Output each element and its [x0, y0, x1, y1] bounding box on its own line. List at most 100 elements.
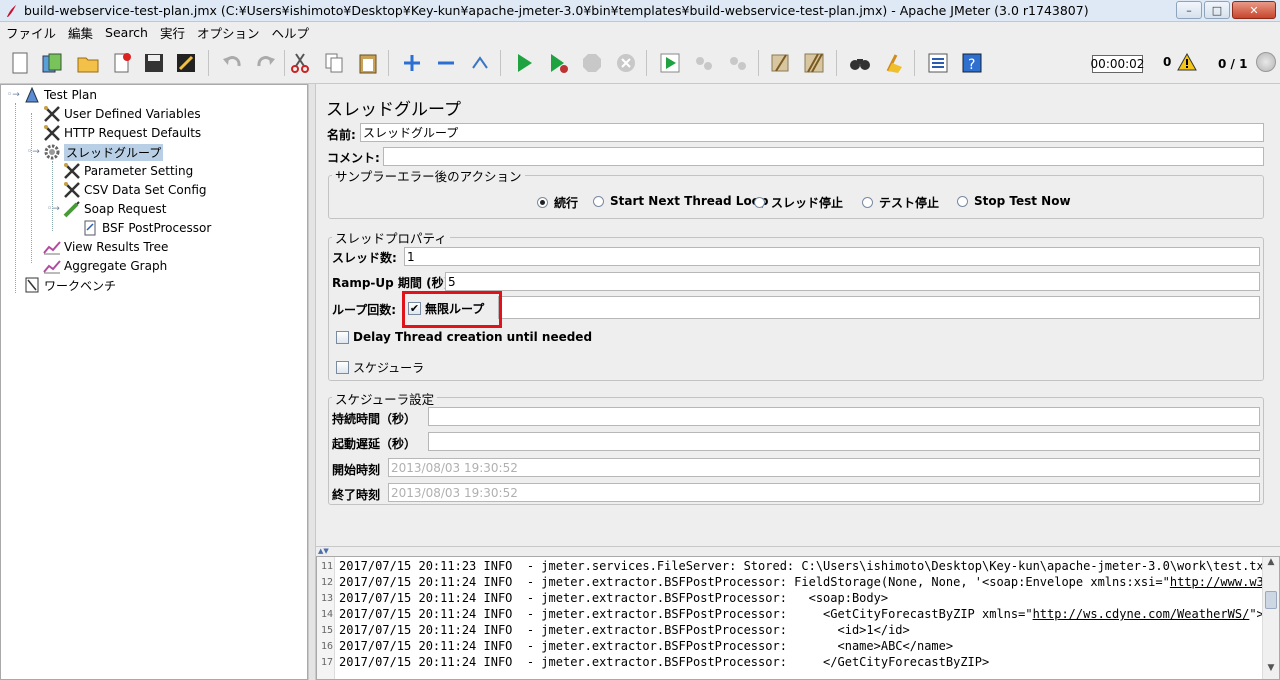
shutdown-icon[interactable] — [612, 49, 640, 77]
warning-icon — [1177, 53, 1198, 71]
scroll-up-icon[interactable]: ▲ — [1263, 557, 1279, 573]
tree-node-http-request-defaults[interactable]: HTTP Request Defaults — [43, 124, 201, 142]
tree-node-workbench[interactable]: ワークベンチ — [23, 276, 116, 294]
radio-start-next-loop[interactable]: Start Next Thread Loop — [593, 194, 769, 208]
workbench-icon — [23, 276, 41, 294]
remote-shutdown-all-icon[interactable] — [724, 49, 752, 77]
tree-node-label: スレッドグループ — [64, 143, 164, 161]
menu-help[interactable]: ヘルプ — [272, 23, 310, 42]
cut-icon[interactable] — [286, 49, 314, 77]
remote-stop-all-icon[interactable] — [690, 49, 718, 77]
tools-icon — [63, 162, 81, 180]
tree-node-soap-request[interactable]: Soap Request — [63, 200, 167, 218]
radio-stop-thread[interactable]: スレッド停止 — [754, 194, 843, 211]
log-splitter[interactable]: ▲▼ — [316, 546, 1280, 556]
check-box — [336, 330, 349, 344]
reset-search-icon[interactable] — [880, 49, 908, 77]
collapse-all-icon[interactable] — [432, 49, 460, 77]
tree-toggle-soap-icon[interactable]: ◦→ — [47, 204, 60, 214]
help-icon[interactable]: ? — [958, 49, 986, 77]
tree-node-parameter-setting[interactable]: Parameter Setting — [63, 162, 193, 180]
expand-all-icon[interactable] — [398, 49, 426, 77]
menu-file[interactable]: ファイル — [6, 23, 56, 42]
tree-node-aggregate-graph[interactable]: Aggregate Graph — [43, 257, 167, 275]
toggle-icon[interactable] — [466, 49, 494, 77]
jmeter-feather-icon — [7, 4, 16, 17]
log-line-text: 2017/07/15 20:11:24 INFO - jmeter.extrac… — [339, 655, 990, 669]
start-time-field[interactable]: 2013/08/03 19:30:52 — [388, 458, 1260, 477]
startup-delay-field[interactable] — [428, 432, 1260, 451]
close-button[interactable]: ✕ — [1232, 1, 1276, 19]
thread-properties-legend: スレッドプロパティ — [332, 228, 450, 247]
tree-toggle-threadgroup-icon[interactable]: ◦→ — [27, 147, 40, 157]
log-line: 11 2017/07/15 20:11:23 INFO - jmeter.serv… — [317, 558, 1271, 574]
log-line-number: 11 — [320, 560, 333, 572]
clear-all-icon[interactable] — [800, 49, 828, 77]
test-tree: ◦→ ◦→ ◦→ Test Plan User Defined Variable… — [0, 84, 308, 680]
warning-count[interactable]: 0 — [1163, 53, 1198, 71]
radio-dot — [593, 195, 604, 207]
menu-search[interactable]: Search — [105, 25, 148, 40]
tree-node-thread-group[interactable]: スレッドグループ — [43, 143, 164, 161]
templates-icon[interactable] — [38, 49, 66, 77]
duration-field[interactable] — [428, 407, 1260, 426]
new-icon[interactable] — [6, 49, 34, 77]
rampup-field[interactable]: 5 — [445, 272, 1260, 291]
minimize-button[interactable]: – — [1176, 1, 1202, 19]
open-icon[interactable] — [74, 49, 102, 77]
log-line-number: 16 — [320, 640, 333, 652]
radio-label: Start Next Thread Loop — [610, 194, 769, 208]
radio-stop-test-now[interactable]: Stop Test Now — [957, 194, 1071, 208]
window-title: build-webservice-test-plan.jmx (C:¥Users… — [24, 3, 1089, 18]
start-no-pauses-icon[interactable] — [544, 49, 572, 77]
start-icon[interactable] — [510, 49, 538, 77]
close-file-icon[interactable] — [108, 49, 136, 77]
rampup-label: Ramp-Up 期間 (秒): — [332, 276, 454, 290]
redo-icon[interactable] — [252, 49, 280, 77]
save-screenshot-icon[interactable] — [172, 49, 200, 77]
function-helper-icon[interactable] — [924, 49, 952, 77]
copy-icon[interactable] — [320, 49, 348, 77]
loop-count-field[interactable] — [498, 296, 1260, 319]
tree-node-bsf-postprocessor[interactable]: BSF PostProcessor — [81, 219, 211, 237]
warning-count-value: 0 — [1163, 55, 1172, 69]
tree-toggle-testplan-icon[interactable]: ◦→ — [7, 90, 20, 100]
maximize-button[interactable]: □ — [1204, 1, 1230, 19]
scheduler-checkbox[interactable]: スケジューラ — [336, 359, 424, 376]
end-time-field[interactable]: 2013/08/03 19:30:52 — [388, 483, 1260, 502]
radio-label: 続行 — [554, 196, 579, 210]
log-line-text: 2017/07/15 20:11:23 INFO - jmeter.servic… — [339, 559, 1271, 573]
scroll-down-icon[interactable]: ▼ — [1263, 663, 1279, 679]
log-scrollbar[interactable]: ▲ ▼ — [1262, 557, 1279, 679]
radio-stop-test[interactable]: テスト停止 — [862, 194, 939, 211]
log-link[interactable]: http://ws.cdyne.com/WeatherWS/ — [1033, 607, 1250, 621]
search-icon[interactable] — [846, 49, 874, 77]
tree-node-user-defined-variables[interactable]: User Defined Variables — [43, 105, 201, 123]
threads-label: スレッド数: — [332, 251, 397, 265]
split-divider[interactable] — [308, 84, 316, 680]
tree-node-test-plan[interactable]: Test Plan — [23, 86, 97, 104]
stop-icon[interactable] — [578, 49, 606, 77]
log-line-text: 2017/07/15 20:11:24 INFO - jmeter.extrac… — [339, 639, 954, 653]
log-line: 16 2017/07/15 20:11:24 INFO - jmeter.extr… — [317, 638, 953, 654]
scroll-thumb[interactable] — [1265, 591, 1277, 609]
clear-icon[interactable] — [766, 49, 794, 77]
pen-icon — [63, 200, 81, 218]
menu-run[interactable]: 実行 — [160, 23, 185, 42]
name-field[interactable]: スレッドグループ — [360, 123, 1264, 142]
undo-icon[interactable] — [218, 49, 246, 77]
menu-options[interactable]: オプション — [197, 23, 260, 42]
threads-field[interactable]: 1 — [404, 247, 1260, 266]
radio-continue[interactable]: 続行 — [537, 194, 578, 211]
tree-node-csv-data-set-config[interactable]: CSV Data Set Config — [63, 181, 207, 199]
tree-node-view-results-tree[interactable]: View Results Tree — [43, 238, 168, 256]
remote-start-all-icon[interactable] — [656, 49, 684, 77]
name-label: 名前: — [327, 128, 356, 142]
comment-field[interactable] — [383, 147, 1264, 166]
menu-edit[interactable]: 編集 — [68, 23, 93, 42]
log-line: 13 2017/07/15 20:11:24 INFO - jmeter.extr… — [317, 590, 888, 606]
splitter-arrows-icon[interactable]: ▲▼ — [318, 547, 329, 555]
save-icon[interactable] — [140, 49, 168, 77]
paste-icon[interactable] — [354, 49, 382, 77]
delay-thread-creation-checkbox[interactable]: Delay Thread creation until needed — [336, 330, 592, 344]
